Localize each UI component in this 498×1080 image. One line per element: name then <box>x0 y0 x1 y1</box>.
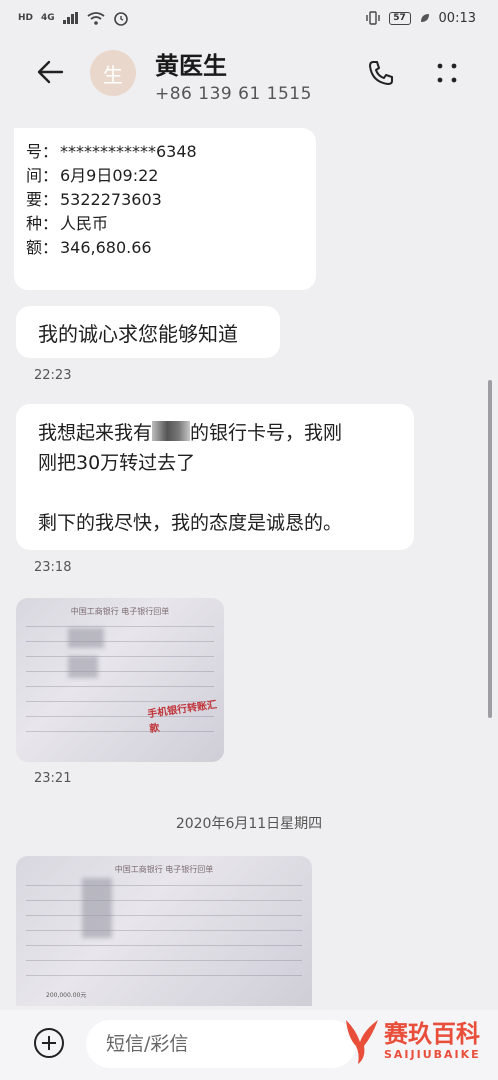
message-time: 23:18 <box>34 560 72 575</box>
card-key: 额： <box>25 238 58 257</box>
message-line: 我想起来我有 的银行卡号，我刚 <box>38 418 392 448</box>
status-right: 57 00:13 <box>365 11 476 26</box>
card-value: 人民币 <box>60 214 109 233</box>
card-value: 5322273603 <box>60 190 162 209</box>
hd-badge: HD <box>18 13 34 23</box>
card-key: 间： <box>25 166 58 185</box>
alarm-icon <box>113 12 128 26</box>
card-row: 号： ************6348 <box>20 140 310 164</box>
message-bubble[interactable]: 我的诚心求您能够知道 <box>16 306 280 358</box>
leaf-icon <box>420 14 429 22</box>
watermark: 赛玖百科 SAIJIUBAIKE <box>340 1004 490 1076</box>
blurred-region <box>68 628 104 648</box>
card-row: 种： 人民币 <box>20 212 310 236</box>
message-input[interactable]: 短信/彩信 <box>86 1020 356 1068</box>
signal-icon <box>62 12 78 24</box>
card-key: 号： <box>25 142 58 161</box>
vibrate-icon <box>365 11 380 25</box>
card-key: 要： <box>25 190 58 209</box>
phone-icon[interactable] <box>366 58 396 88</box>
message-text: 的银行卡号，我刚 <box>190 422 343 444</box>
whale-tail-logo-icon <box>346 1020 378 1064</box>
message-text: 我想起来我有 <box>38 422 153 444</box>
card-value: ************6348 <box>60 142 197 161</box>
wifi-icon <box>87 11 105 25</box>
message-bubble[interactable]: 我想起来我有 的银行卡号，我刚 刚把30万转过去了 剩下的我尽快，我的态度是诚恳的… <box>16 404 414 550</box>
receipt-title: 中国工商银行 电子银行回单 <box>70 607 170 616</box>
card-row: 间： 6月9日09:22 <box>20 164 310 188</box>
back-arrow-icon[interactable] <box>34 56 66 88</box>
card-key: 种： <box>25 214 58 233</box>
message-time: 22:23 <box>34 368 72 383</box>
clock: 00:13 <box>438 10 476 26</box>
watermark-cn: 赛玖百科 <box>384 1020 480 1048</box>
add-icon[interactable] <box>32 1026 66 1060</box>
card-value: 346,680.66 <box>60 238 152 257</box>
contact-name[interactable]: 黄医生 <box>155 46 227 81</box>
network-badge: 4G <box>41 13 55 23</box>
more-options-icon[interactable] <box>432 58 462 88</box>
blurred-region <box>82 878 112 938</box>
status-left: HD 4G <box>18 10 129 26</box>
bank-notice-bubble[interactable]: 号： ************6348 间： 6月9日09:22 要： 5322273… <box>14 128 316 290</box>
receipt-table <box>26 882 302 990</box>
receipt-title: 中国工商银行 电子银行回单 <box>114 865 214 874</box>
avatar[interactable]: 生 <box>90 50 136 96</box>
card-row: 要： 5322273603 <box>20 188 310 212</box>
receipt-amount: 200,000.00元 <box>46 992 87 999</box>
redacted-block <box>152 421 191 441</box>
receipt-photo[interactable]: 中国工商银行 电子银行回单 200,000.00元 <box>16 856 312 1006</box>
battery-indicator: 57 <box>388 11 411 25</box>
message-line: 剩下的我尽快，我的态度是诚恳的。 <box>38 512 343 534</box>
watermark-en: SAIJIUBAIKE <box>384 1048 481 1061</box>
message-time: 23:21 <box>34 771 72 786</box>
message-line: 刚把30万转过去了 <box>38 452 196 474</box>
conversation-header: 生 黄医生 +86 139 61 1515 <box>0 36 498 114</box>
status-bar: HD 4G 57 00:13 <box>0 0 498 36</box>
card-value: 6月9日09:22 <box>60 166 159 185</box>
date-separator: 2020年6月11日星期四 <box>175 816 323 832</box>
receipt-photo[interactable]: 中国工商银行 电子银行回单 手机银行转账汇款 <box>16 598 224 762</box>
card-row: 额： 346,680.66 <box>20 236 310 260</box>
scrollbar[interactable] <box>488 380 492 718</box>
blurred-region <box>68 656 98 678</box>
contact-number: +86 139 61 1515 <box>155 84 312 104</box>
